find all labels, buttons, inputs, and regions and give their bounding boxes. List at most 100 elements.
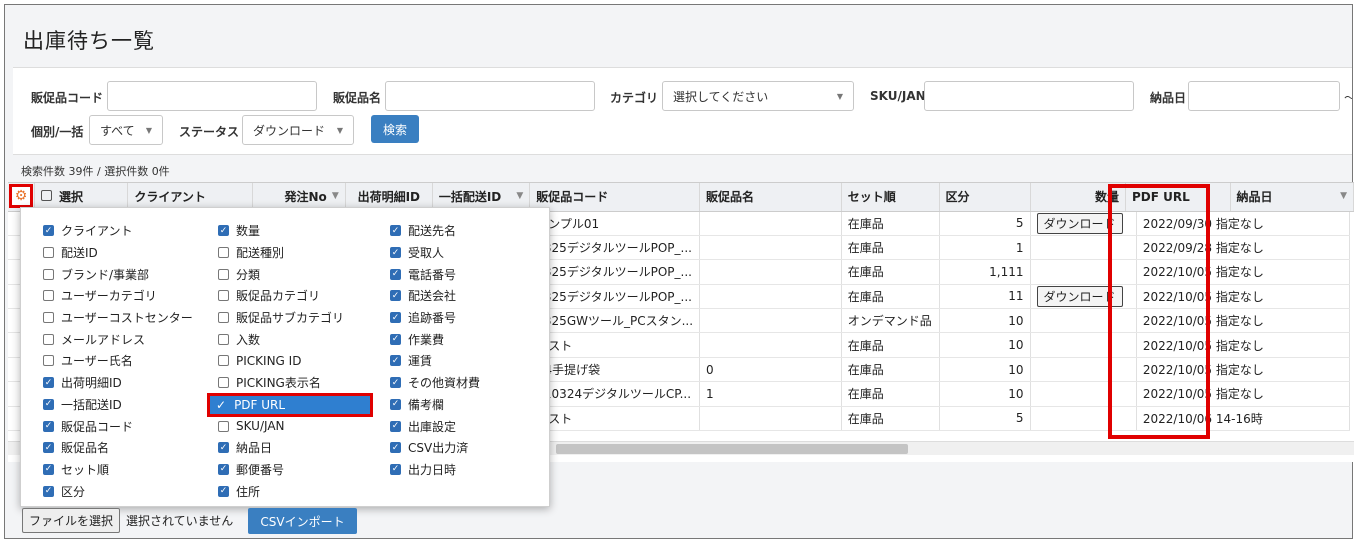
checkbox-checked-icon[interactable]: ✓ (390, 312, 401, 324)
checkbox-checked-icon[interactable]: ✓ (390, 333, 401, 345)
column-option[interactable]: ✓ 備考欄 (390, 394, 480, 416)
checkbox-checked-icon[interactable]: ✓ (390, 355, 401, 367)
column-option[interactable]: メールアドレス (43, 328, 193, 350)
column-option[interactable]: ✓ 受取人 (390, 242, 480, 264)
checkbox-checked-icon[interactable]: ✓ (390, 463, 401, 475)
column-option[interactable]: 販促品カテゴリ (218, 285, 344, 307)
checkbox-unchecked-icon[interactable] (43, 247, 54, 259)
column-option[interactable]: ユーザーカテゴリ (43, 285, 193, 307)
column-option[interactable]: ユーザーコストセンター (43, 307, 193, 329)
checkbox-checked-icon[interactable]: ✓ (43, 225, 54, 237)
checkbox-checked-icon[interactable]: ✓ (43, 398, 54, 410)
product-code-input[interactable] (107, 81, 317, 111)
product-name-input[interactable] (385, 81, 595, 111)
cell-quantity: 10 (939, 332, 1031, 358)
column-option[interactable]: ✓ 運賃 (390, 350, 480, 372)
checkbox-unchecked-icon[interactable] (43, 333, 54, 345)
gear-icon[interactable]: ⚙ (9, 184, 33, 208)
column-header-set-order[interactable]: セット順 (841, 183, 940, 212)
delivery-date-from-input[interactable] (1188, 81, 1340, 111)
checkbox-checked-icon[interactable]: ✓ (43, 485, 54, 497)
checkbox-unchecked-icon[interactable] (43, 312, 54, 324)
column-option[interactable]: ✓ 出力日時 (390, 459, 480, 481)
cell-product-name: 0325デジタルツールPOP_... (529, 235, 701, 261)
checkbox-checked-icon[interactable]: ✓ (218, 485, 229, 497)
checkbox-checked-icon[interactable]: ✓ (390, 247, 401, 259)
column-option[interactable]: ✓ 販促品名 (43, 437, 193, 459)
checkbox-unchecked-icon[interactable] (218, 247, 229, 259)
column-option[interactable]: ✓ その他資材費 (390, 372, 480, 394)
checkbox-unchecked-icon[interactable] (218, 312, 229, 324)
column-option[interactable]: ✓ 出荷明細ID (43, 372, 193, 394)
column-option[interactable]: ブランド/事業部 (43, 263, 193, 285)
csv-import-button[interactable]: CSVインポート (248, 508, 357, 534)
column-option[interactable]: ✓ セット順 (43, 459, 193, 481)
column-header-product-code[interactable]: 販促品コード (529, 183, 701, 212)
column-option[interactable]: 配送ID (43, 242, 193, 264)
column-option[interactable]: ✓ 出庫設定 (390, 415, 480, 437)
checkbox-checked-icon[interactable]: ✓ (43, 442, 54, 454)
checkbox-checked-icon[interactable]: ✓ (390, 225, 401, 237)
checkbox-checked-icon[interactable]: ✓ (390, 377, 401, 389)
column-option[interactable]: ✓ 配送先名 (390, 220, 480, 242)
file-select-button[interactable]: ファイルを選択 (22, 508, 121, 533)
checkbox-unchecked-icon[interactable] (218, 333, 229, 345)
column-option[interactable]: ✓ 郵便番号 (218, 459, 344, 481)
column-option[interactable]: ✓ 配送会社 (390, 285, 480, 307)
checkbox-checked-icon[interactable]: ✓ (43, 420, 54, 432)
column-option[interactable]: ✓ 電話番号 (390, 263, 480, 285)
sku-input[interactable] (924, 81, 1134, 111)
scrollbar-thumb[interactable] (556, 444, 908, 454)
checkbox-checked-icon[interactable]: ✓ (43, 463, 54, 475)
checkbox-checked-icon[interactable]: ✓ (218, 225, 229, 237)
category-select[interactable]: 選択してください ▼ (662, 81, 854, 111)
column-option[interactable]: ✓ 作業費 (390, 328, 480, 350)
checkbox-checked-icon[interactable]: ✓ (390, 398, 401, 410)
checkbox-unchecked-icon[interactable] (218, 290, 229, 302)
column-option[interactable]: ✓ CSV出力済 (390, 437, 480, 459)
column-option[interactable]: ✓ 区分 (43, 480, 193, 502)
column-option[interactable]: ✓ 納品日 (218, 437, 344, 459)
column-option[interactable]: ✓ 追跡番号 (390, 307, 480, 329)
column-option[interactable]: PICKING ID (218, 350, 344, 372)
column-header-product-name[interactable]: 販促品名 (699, 183, 842, 212)
sort-icon[interactable]: ▼ (516, 191, 523, 201)
column-header-delivery-date[interactable]: 納品日 ▼ (1230, 183, 1354, 212)
column-option[interactable]: 入数 (218, 328, 344, 350)
column-option[interactable]: SKU/JAN (218, 415, 344, 437)
column-option[interactable]: ✓ 一括配送ID (43, 394, 193, 416)
checkbox-checked-icon[interactable]: ✓ (218, 463, 229, 475)
column-option[interactable]: ✓ 数量 (218, 220, 344, 242)
checkbox-checked-icon[interactable]: ✓ (43, 377, 54, 389)
status-select[interactable]: ダウンロード ▼ (242, 115, 354, 145)
column-option[interactable]: 配送種別 (218, 242, 344, 264)
individual-select[interactable]: すべて ▼ (89, 115, 163, 145)
search-button[interactable]: 検索 (371, 115, 419, 143)
column-option[interactable]: ✓ 住所 (218, 480, 344, 502)
checkbox-unchecked-icon[interactable] (43, 268, 54, 280)
column-header-kubun[interactable]: 区分 (939, 183, 1031, 212)
cell-set-order (699, 211, 842, 236)
sort-icon[interactable]: ▼ (332, 191, 339, 201)
column-option[interactable]: ✓ 販促品コード (43, 415, 193, 437)
column-option[interactable]: ユーザー氏名 (43, 350, 193, 372)
checkbox-unchecked-icon[interactable] (43, 290, 54, 302)
checkbox-unchecked-icon[interactable] (43, 355, 54, 367)
column-option[interactable]: 販促品サブカテゴリ (218, 307, 344, 329)
cell-quantity: 11 (939, 284, 1031, 310)
checkbox-checked-icon[interactable]: ✓ (390, 290, 401, 302)
column-option[interactable]: 分類 (218, 263, 344, 285)
checkbox-checked-icon[interactable]: ✓ (390, 420, 401, 432)
checkbox-checked-icon[interactable]: ✓ (390, 442, 401, 454)
column-option[interactable]: PICKING表示名 (218, 372, 344, 394)
pdf-url-option-highlighted[interactable]: ✓ PDF URL (207, 393, 373, 417)
checkbox-checked-icon[interactable]: ✓ (218, 442, 229, 454)
checkbox-unchecked-icon[interactable] (218, 355, 229, 367)
sort-icon[interactable]: ▼ (1340, 191, 1347, 201)
checkbox-checked-icon[interactable]: ✓ (390, 268, 401, 280)
checkbox-unchecked-icon[interactable] (218, 268, 229, 280)
column-option-label: ユーザーコストセンター (61, 311, 193, 326)
column-option[interactable]: ✓ クライアント (43, 220, 193, 242)
checkbox-unchecked-icon[interactable] (218, 420, 229, 432)
checkbox-unchecked-icon[interactable] (218, 377, 229, 389)
